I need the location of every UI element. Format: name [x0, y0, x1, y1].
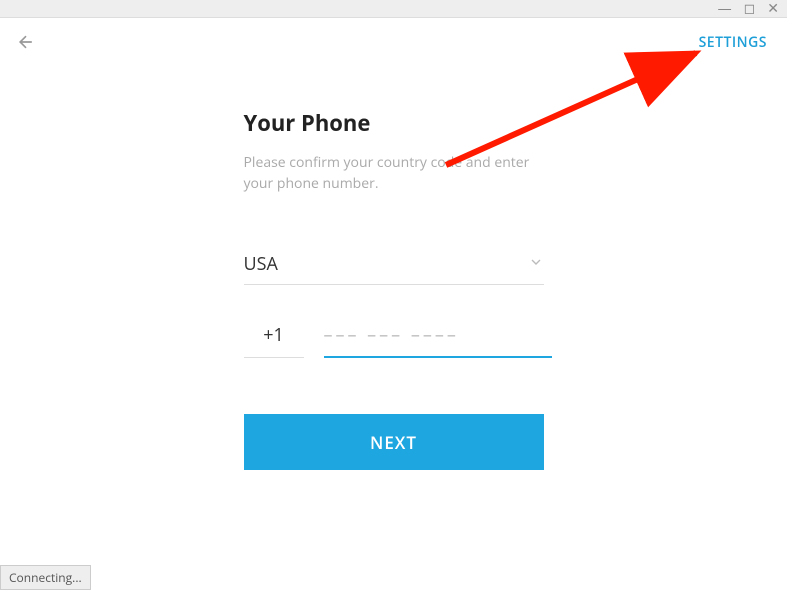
back-button[interactable] [16, 32, 36, 52]
settings-link[interactable]: SETTINGS [699, 33, 767, 52]
phone-row [244, 323, 544, 358]
next-button[interactable]: NEXT [244, 414, 544, 470]
maximize-icon[interactable]: ◻ [744, 2, 756, 16]
country-value: USA [244, 252, 278, 276]
arrow-left-icon [16, 32, 36, 52]
page-subtitle: Please confirm your country code and ent… [244, 152, 544, 194]
login-form: Your Phone Please confirm your country c… [244, 108, 544, 470]
chevron-down-icon [528, 253, 544, 275]
minimize-icon[interactable]: — [718, 2, 732, 16]
window-titlebar: — ◻ ✕ [0, 0, 787, 18]
country-code-input[interactable] [244, 323, 304, 358]
page-title: Your Phone [244, 108, 544, 138]
status-bar: Connecting... [0, 565, 91, 590]
app-header: SETTINGS [0, 18, 787, 52]
country-selector[interactable]: USA [244, 252, 544, 285]
close-icon[interactable]: ✕ [767, 2, 779, 16]
phone-number-input[interactable] [324, 323, 552, 358]
